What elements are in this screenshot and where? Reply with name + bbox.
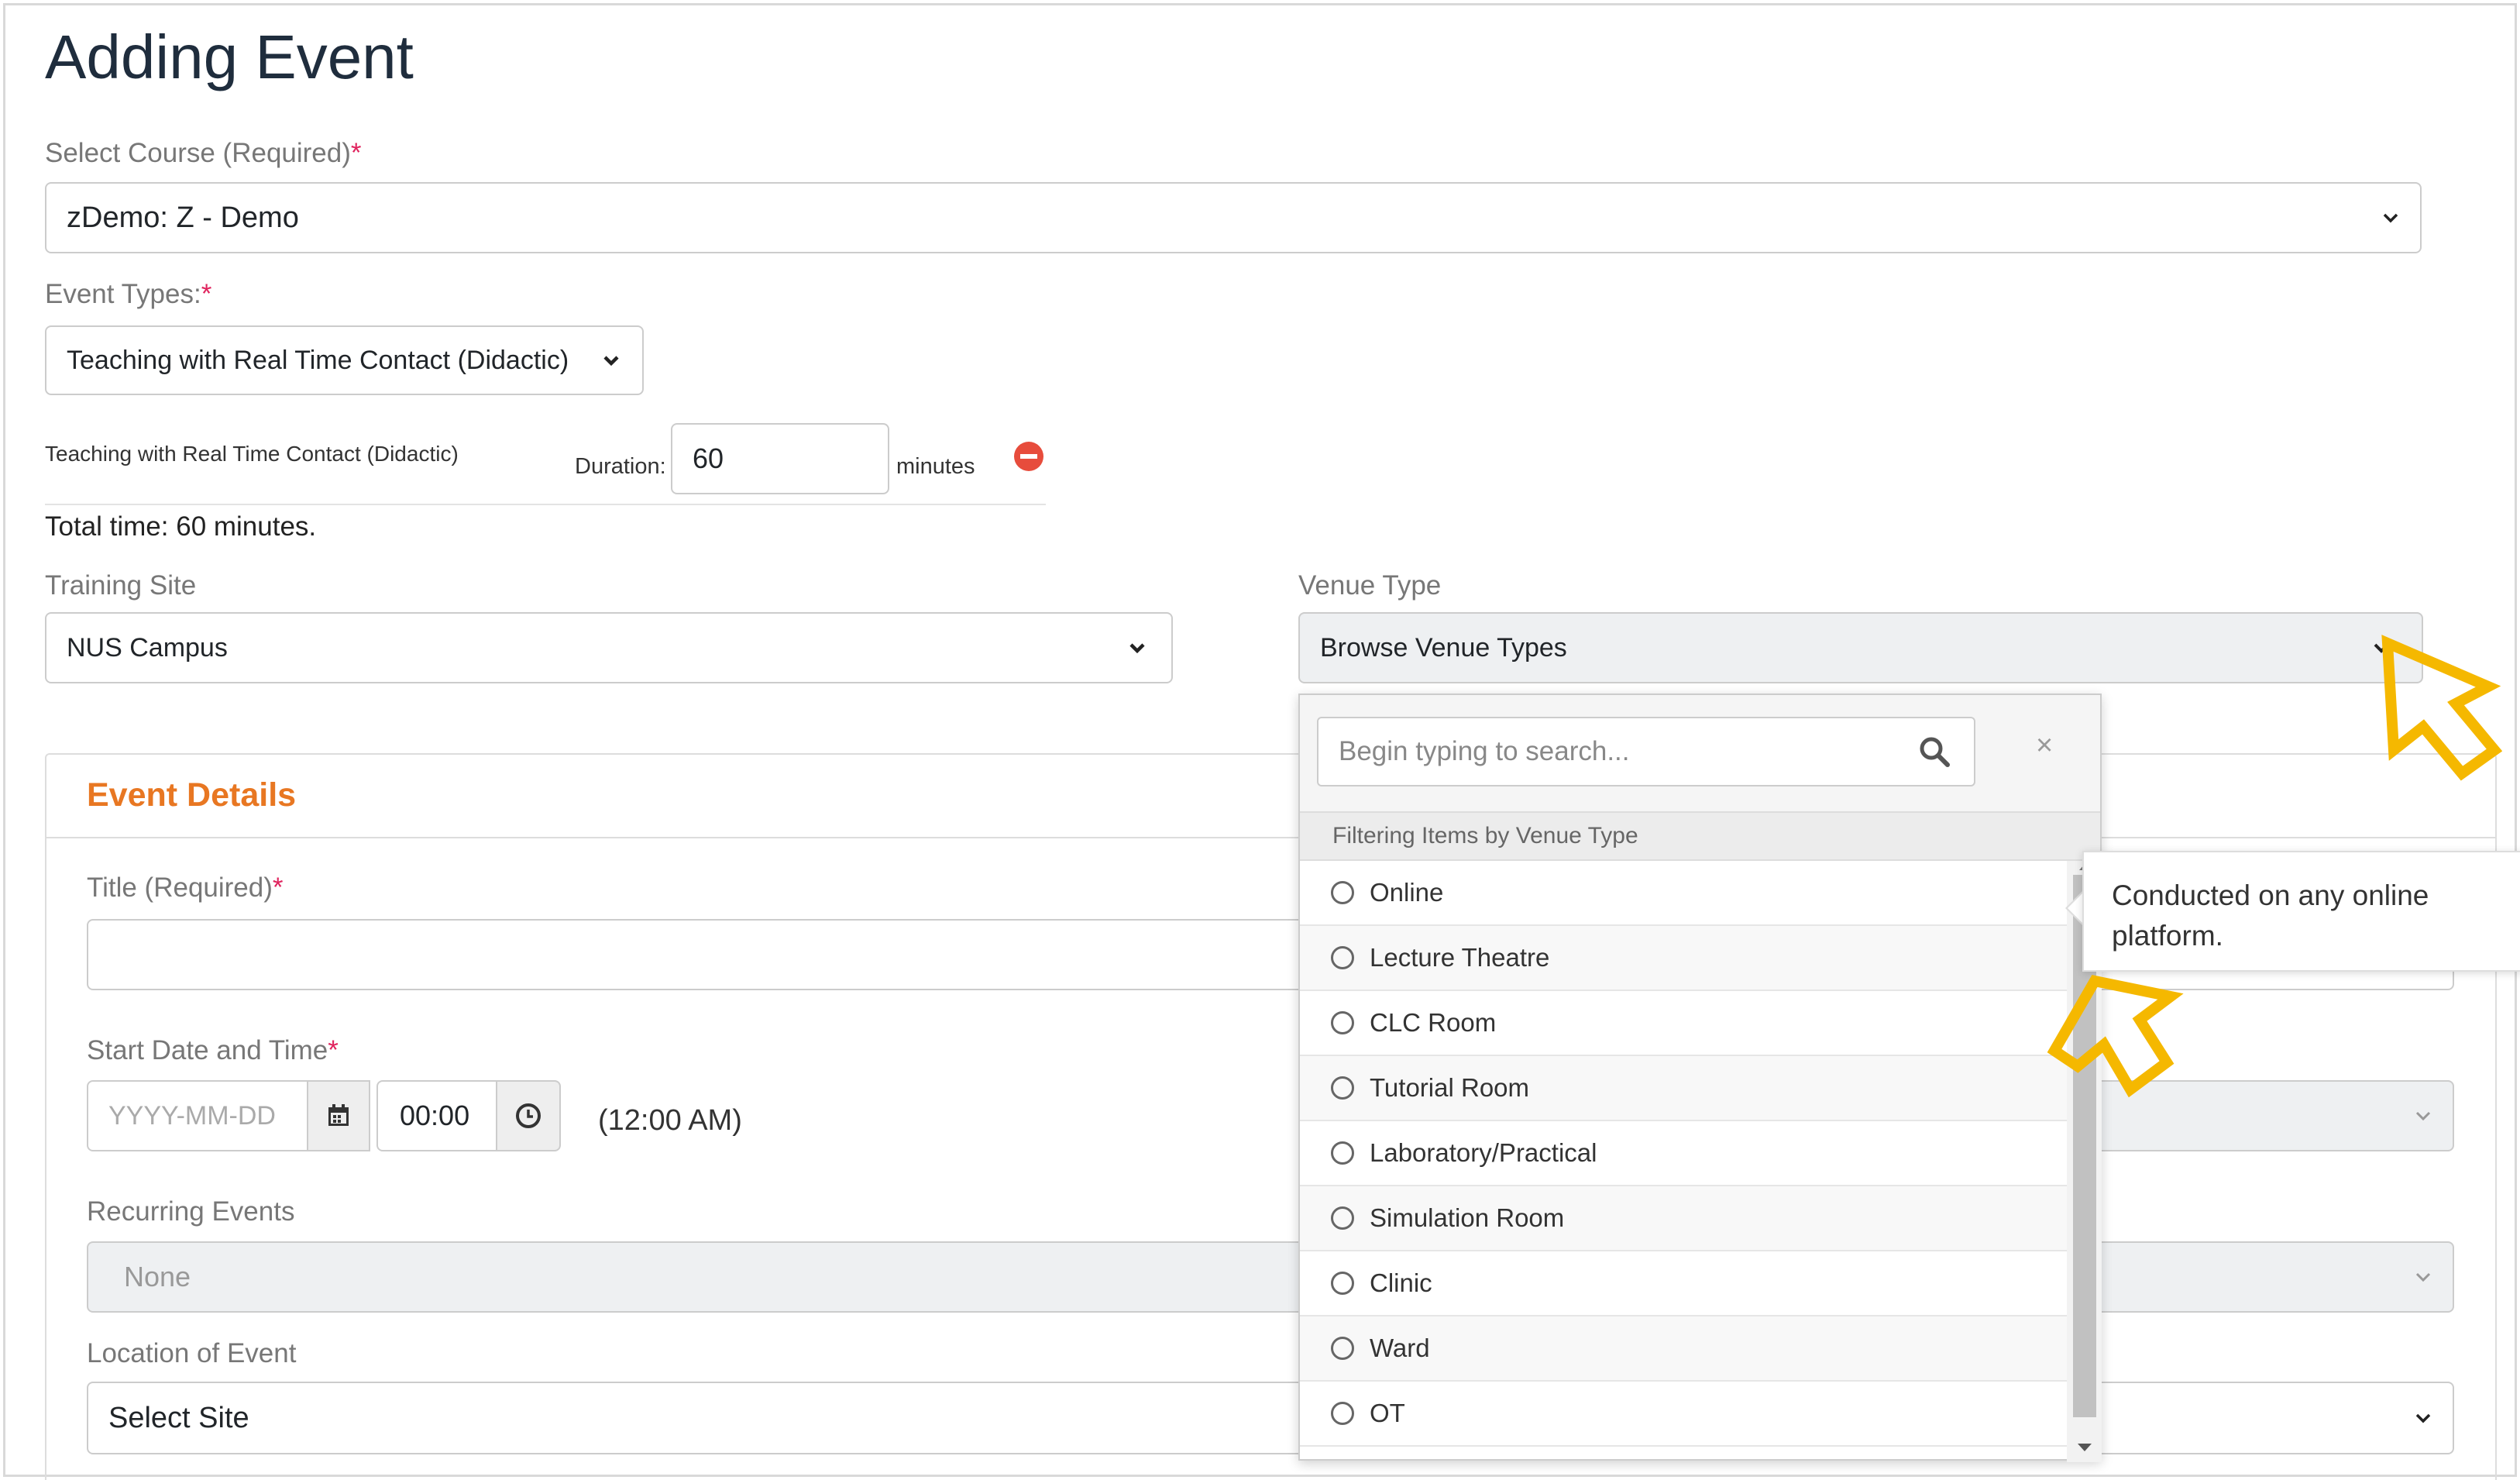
venue-option[interactable]: Lecture Theatre (1300, 926, 2067, 991)
radio-icon[interactable] (1331, 1076, 1354, 1100)
event-details-header: Event Details (46, 755, 2495, 838)
chevron-down-icon (1129, 643, 1145, 654)
venue-option[interactable]: Simulation Room (1300, 1186, 2067, 1251)
calendar-button[interactable] (307, 1080, 370, 1151)
time-display: (12:00 AM) (598, 1104, 742, 1137)
venue-option[interactable]: Laboratory/Practical (1300, 1121, 2067, 1186)
duration-divider (45, 504, 1046, 505)
venue-option-label: Clinic (1370, 1268, 1432, 1297)
annotation-arrow-icon (2047, 975, 2184, 1098)
course-label: Select Course (Required)* (45, 138, 362, 168)
duration-event-type: Teaching with Real Time Contact (Didacti… (45, 442, 459, 466)
date-placeholder: YYYY-MM-DD (108, 1100, 276, 1131)
start-date-label: Start Date and Time* (87, 1035, 339, 1065)
duration-value: 60 (693, 442, 724, 474)
event-types-select[interactable]: Teaching with Real Time Contact (Didacti… (45, 325, 644, 395)
venue-type-value: Browse Venue Types (1320, 632, 1567, 663)
chevron-down-icon (2415, 1413, 2431, 1423)
calendar-icon (328, 1104, 349, 1126)
duration-unit: minutes (896, 454, 975, 479)
scroll-down-icon[interactable] (2076, 1442, 2093, 1453)
page-title: Adding Event (45, 22, 414, 91)
total-time: Total time: 60 minutes. (45, 511, 317, 542)
radio-icon[interactable] (1331, 946, 1354, 969)
venue-option-label: Laboratory/Practical (1370, 1138, 1597, 1167)
venue-option-label: OT (1370, 1399, 1405, 1427)
venue-tooltip: Conducted on any online platform. (2082, 851, 2520, 972)
event-types-label: Event Types:* (45, 279, 212, 309)
chevron-down-icon (2383, 213, 2398, 223)
course-select[interactable]: zDemo: Z - Demo (45, 182, 2422, 253)
venue-option[interactable]: Ward (1300, 1317, 2067, 1382)
radio-icon[interactable] (1331, 1272, 1354, 1295)
training-site-value: NUS Campus (67, 632, 228, 663)
venue-type-select[interactable]: Browse Venue Types (1298, 612, 2423, 683)
venue-option[interactable]: Tutorial Room (1300, 1056, 2067, 1121)
time-input[interactable]: 00:00 (376, 1080, 500, 1151)
venue-option-label: Lecture Theatre (1370, 943, 1550, 972)
radio-icon[interactable] (1331, 881, 1354, 904)
venue-search-input[interactable]: Begin typing to search... (1317, 717, 1975, 786)
venue-search-placeholder: Begin typing to search... (1339, 736, 1630, 766)
venue-option-label: CLC Room (1370, 1008, 1497, 1037)
dropdown-filter-header: Filtering Items by Venue Type (1300, 813, 2100, 861)
location-label: Location of Event (87, 1338, 297, 1368)
venue-option-label: Online (1370, 878, 1444, 907)
venue-options-list: Online Lecture Theatre CLC Room Tutorial Ro… (1300, 861, 2067, 1462)
annotation-arrow-icon (2381, 635, 2502, 781)
clock-button[interactable] (496, 1080, 561, 1151)
recurring-label: Recurring Events (87, 1196, 295, 1227)
duration-label: Duration: (575, 454, 666, 479)
search-icon (1920, 737, 1950, 767)
venue-type-dropdown: Begin typing to search... × Filtering It… (1298, 694, 2102, 1462)
clear-search-button[interactable]: × (2036, 729, 2053, 762)
venue-type-label: Venue Type (1298, 570, 1442, 601)
radio-icon[interactable] (1331, 1337, 1354, 1360)
radio-icon[interactable] (1331, 1011, 1354, 1034)
time-value: 00:00 (400, 1100, 470, 1131)
radio-icon[interactable] (1331, 1402, 1354, 1425)
event-details-heading: Event Details (87, 776, 297, 814)
duration-input[interactable]: 60 (671, 423, 889, 494)
venue-option[interactable]: OT (1300, 1382, 2067, 1447)
chevron-down-icon (603, 356, 619, 367)
event-types-value: Teaching with Real Time Contact (Didacti… (67, 345, 569, 375)
course-value: zDemo: Z - Demo (67, 201, 299, 234)
chevron-down-icon (2415, 1272, 2431, 1282)
radio-icon[interactable] (1331, 1206, 1354, 1230)
training-site-select[interactable]: NUS Campus (45, 612, 1173, 683)
chevron-down-icon (2415, 1111, 2431, 1121)
remove-icon[interactable] (1013, 441, 1044, 472)
clock-icon (516, 1103, 541, 1128)
radio-icon[interactable] (1331, 1141, 1354, 1165)
venue-option-label: Simulation Room (1370, 1203, 1565, 1232)
venue-option[interactable]: Online (1300, 861, 2067, 926)
venue-option[interactable]: CLC Room (1300, 991, 2067, 1056)
venue-option[interactable]: Clinic (1300, 1251, 2067, 1317)
recurring-value: None (124, 1261, 191, 1292)
dropdown-search-row: Begin typing to search... × (1300, 695, 2100, 813)
venue-option-label: Tutorial Room (1370, 1073, 1530, 1102)
location-value: Select Site (108, 1401, 249, 1434)
title-label: Title (Required)* (87, 873, 284, 903)
venue-option-label: Ward (1370, 1334, 1430, 1362)
training-site-label: Training Site (45, 570, 197, 601)
